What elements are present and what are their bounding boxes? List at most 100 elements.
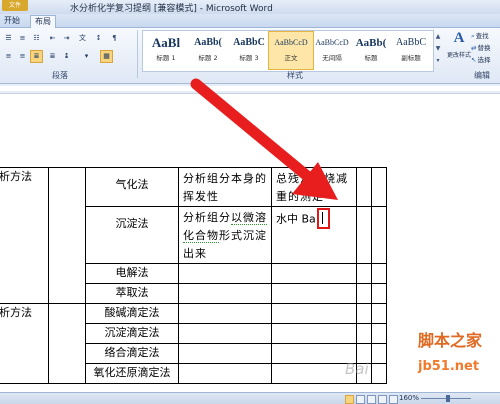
style-name: 副标题 xyxy=(401,54,421,62)
table-cell xyxy=(371,283,387,304)
justify-icon[interactable]: ≣ xyxy=(30,50,43,63)
method-name: 酸碱滴定法 xyxy=(104,306,160,319)
table-cell: 酸碱滴定法 xyxy=(85,303,179,324)
show-marks-icon[interactable]: ¶ xyxy=(108,32,121,45)
file-tab[interactable]: 文件 xyxy=(2,0,28,11)
method-name: 气化法 xyxy=(115,178,149,191)
table-cell xyxy=(271,263,357,284)
style-subtitle[interactable]: AaBbC 副标题 xyxy=(389,32,433,68)
ruler[interactable] xyxy=(0,84,500,94)
table-cell xyxy=(356,363,372,384)
replace-button[interactable]: ⇄替换 xyxy=(471,42,500,54)
style-name: 正文 xyxy=(284,54,298,62)
method-name: 萃取法 xyxy=(115,286,149,299)
note-text: 水中 Ba xyxy=(276,212,316,226)
select-button[interactable]: ↖选择 xyxy=(471,54,500,66)
table-cell xyxy=(371,206,387,264)
method-name: 电解法 xyxy=(115,266,149,279)
style-sample: AaBbCcD xyxy=(315,38,349,47)
style-sample: AaBb( xyxy=(194,37,222,48)
table-cell xyxy=(271,303,357,324)
method-group-label: 析方法 xyxy=(0,306,32,319)
distributed-icon[interactable]: ≣ xyxy=(46,50,59,63)
text-cursor-highlight xyxy=(316,208,330,229)
multilevel-list-icon[interactable]: ☷ xyxy=(30,32,43,45)
decrease-indent-icon[interactable]: ⇤ xyxy=(46,32,59,45)
replace-icon: ⇄ xyxy=(471,44,477,52)
table-cell xyxy=(271,343,357,364)
ribbon: ☰ ≡ ☷ ⇤ ⇥ 文 ↕ ¶ ≡ ≡ ≣ ≣ ↨ ▾ ▦ 段落 AaBl 标题… xyxy=(0,28,500,84)
table-cell xyxy=(371,363,387,384)
table-cell: 沉淀滴定法 xyxy=(85,323,179,344)
line-spacing-icon[interactable]: ↨ xyxy=(60,50,73,63)
tab-home[interactable]: 开始 xyxy=(0,15,24,27)
table-cell: 分析组分以微溶化合物形式沉淀出来 xyxy=(178,206,272,264)
scroll-down-icon[interactable]: ▼ xyxy=(433,43,443,55)
style-heading1[interactable]: AaBl 标题 1 xyxy=(144,32,188,68)
style-sample: AaBbC xyxy=(233,37,265,48)
method-name: 氧化还原滴定法 xyxy=(93,366,171,379)
table-cell xyxy=(48,303,86,384)
table-cell: 络合滴定法 xyxy=(85,343,179,364)
title-bar: 文件 水分析化学复习提纲 [兼容模式] - Microsoft Word xyxy=(0,0,500,15)
styles-gallery: AaBl 标题 1 AaBb( 标题 2 AaBbC 标题 3 AaBbCcD … xyxy=(142,30,434,72)
numbering-icon[interactable]: ≡ xyxy=(16,32,29,45)
table-cell xyxy=(356,167,372,207)
method-group-cell: 析方法 xyxy=(0,167,49,304)
increase-indent-icon[interactable]: ⇥ xyxy=(60,32,73,45)
method-name: 沉淀法 xyxy=(115,217,149,230)
table-cell: 总残渣灼烧减重的测定 xyxy=(271,167,357,207)
change-styles-icon: A xyxy=(453,30,465,46)
table-cell: 电解法 xyxy=(85,263,179,284)
table-cell xyxy=(48,167,86,304)
table-cell xyxy=(371,167,387,207)
active-table-cell[interactable]: 水中 Ba xyxy=(271,206,357,264)
group-divider xyxy=(137,30,138,78)
sort-icon[interactable]: ↕ xyxy=(92,32,105,45)
find-button[interactable]: ⌕查找 xyxy=(471,30,500,42)
style-no-spacing[interactable]: AaBbCcD 无间隔 xyxy=(310,32,354,68)
style-heading2[interactable]: AaBb( 标题 2 xyxy=(186,32,230,68)
table-cell xyxy=(356,263,372,284)
method-group-label: 析方法 xyxy=(0,170,32,183)
bullets-icon[interactable]: ☰ xyxy=(2,32,15,45)
align-center-icon[interactable]: ≡ xyxy=(16,50,29,63)
change-styles-label: 更改样式 xyxy=(447,52,472,59)
more-styles-icon[interactable]: ▾ xyxy=(433,55,443,67)
table-cell xyxy=(178,363,272,384)
scroll-up-icon[interactable]: ▲ xyxy=(433,31,443,43)
tab-layout[interactable]: 布局 xyxy=(30,15,56,28)
chinese-layout-icon[interactable]: 文 xyxy=(76,32,89,45)
table-cell: 分析组分本身的挥发性 xyxy=(178,167,272,207)
table-cell xyxy=(271,323,357,344)
methods-table: 析方法 气化法 分析组分本身的挥发性 总残渣灼烧减重的测定 沉淀法 分析组分以微… xyxy=(0,167,387,384)
align-left-icon[interactable]: ≡ xyxy=(2,50,15,63)
styles-scroll: ▲ ▼ ▾ xyxy=(433,31,443,69)
table-cell: 氧化还原滴定法 xyxy=(85,363,179,384)
shading-icon[interactable]: ▾ xyxy=(80,50,93,63)
method-note: 水中 Ba xyxy=(273,208,356,231)
method-name: 沉淀滴定法 xyxy=(104,326,160,339)
style-title[interactable]: AaBb( 标题 xyxy=(349,32,393,68)
zoom-level[interactable]: 160% xyxy=(399,393,419,404)
style-heading3[interactable]: AaBbC 标题 3 xyxy=(227,32,271,68)
style-name: 标题 2 xyxy=(198,54,218,62)
style-normal[interactable]: AaBbCcD 正文 xyxy=(268,31,314,70)
paragraph-group-label: 段落 xyxy=(52,71,68,80)
find-icon: ⌕ xyxy=(471,32,475,40)
style-name: 标题 3 xyxy=(239,54,259,62)
table-cell xyxy=(271,363,357,384)
styles-group-label: 样式 xyxy=(287,71,303,80)
document-canvas[interactable]: 析方法 气化法 分析组分本身的挥发性 总残渣灼烧减重的测定 沉淀法 分析组分以微… xyxy=(0,94,500,392)
select-icon: ↖ xyxy=(471,56,477,64)
style-sample: AaBl xyxy=(151,35,181,50)
borders-icon[interactable]: ▦ xyxy=(100,50,113,63)
table-cell xyxy=(371,263,387,284)
zoom-slider-knob[interactable] xyxy=(446,395,450,402)
table-cell: 沉淀法 xyxy=(85,206,179,264)
change-styles-button[interactable]: A 更改样式 xyxy=(447,30,471,70)
editing-group: ⌕查找 ⇄替换 ↖选择 xyxy=(471,30,500,66)
table-cell xyxy=(356,206,372,264)
replace-label: 替换 xyxy=(477,44,491,52)
style-sample: AaBbC xyxy=(396,37,426,48)
